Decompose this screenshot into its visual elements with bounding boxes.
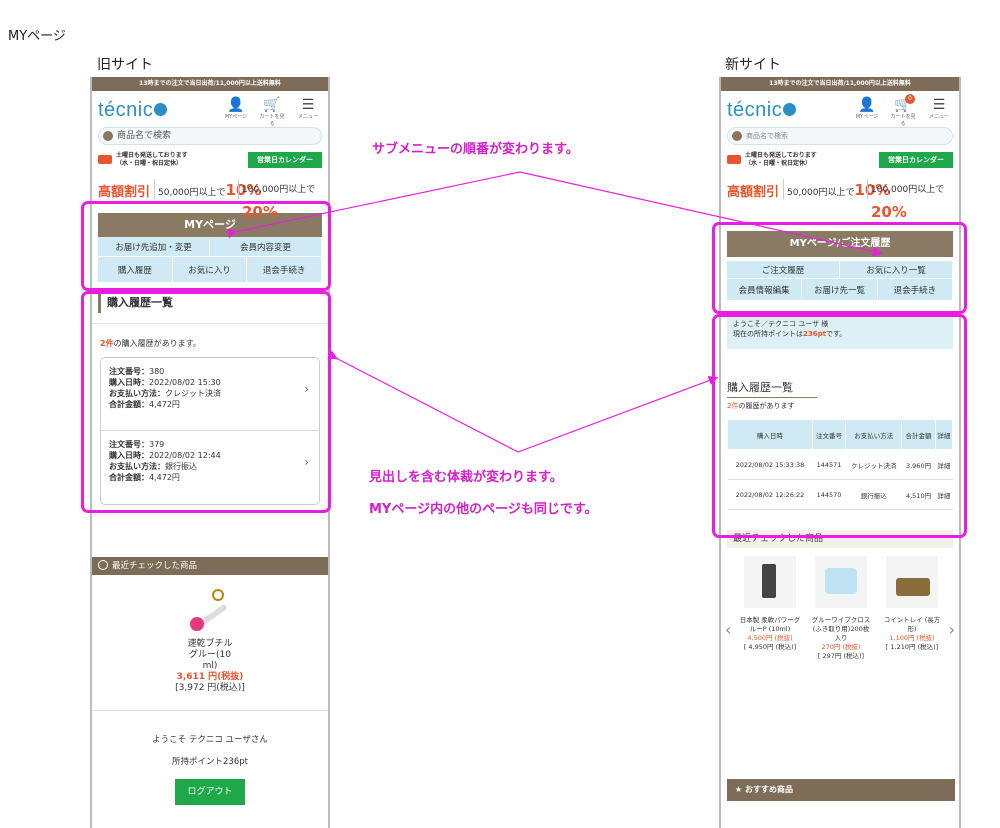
submenu-favorites[interactable]: お気に入り一覧 — [840, 261, 953, 279]
history-count: 2件の購入履歴があります。 — [100, 339, 201, 348]
old-submenu: お届け先追加・変更 会員内容変更 購入履歴 お気に入り 退会手続き — [98, 237, 322, 283]
order-item[interactable]: 注文番号：379 購入日時：2022/08/02 12:44 お支払い方法：銀行… — [101, 431, 319, 504]
product-card[interactable]: コイントレイ (長方形) 1,100円 (税抜) [ 1,210円 (税込)] — [881, 556, 943, 652]
welcome-box: ようこそ／テクニコ ユーザ 様 現在の所持ポイントは236ptです。 — [727, 311, 953, 349]
mypage-button[interactable]: 👤 MYページ — [222, 97, 250, 127]
shipping-notice: 土曜日も発送しております （水・日曜・祝日定休） 営業日カレンダー — [727, 149, 953, 177]
welcome-text: ようこそ テクニコ ユーザさん — [152, 735, 268, 745]
table-row: 2022/08/02 12:26:22 144570 銀行振込 4,510円 詳… — [727, 479, 953, 510]
submenu-member-edit[interactable]: 会員情報編集 — [727, 279, 803, 301]
logo-dot-icon — [783, 103, 797, 117]
detail-link[interactable]: 詳細 — [935, 449, 953, 480]
calendar-button[interactable]: 営業日カレンダー — [248, 152, 322, 168]
cart-button[interactable]: 🛒 カートを見る — [258, 97, 286, 127]
table-row: 2022/08/02 15:33:38 144571 クレジット決済 3,960… — [727, 449, 953, 480]
search-input[interactable]: 商品名で検索 — [727, 127, 953, 145]
submenu-delivery-list[interactable]: お届け先一覧 — [802, 279, 878, 301]
site-header: técnic 👤 MYページ 🛒 カートを見る 0 ☰ メニュー — [721, 91, 959, 127]
product-card[interactable]: グルーワイプクロス(ふき取り用)200枚入り 270円 (税抜) [ 297円 … — [810, 556, 872, 661]
submenu-withdraw[interactable]: 退会手続き — [877, 279, 953, 301]
submenu-order-history[interactable]: ご注文履歴 — [727, 261, 840, 279]
submenu-delivery-address[interactable]: お届け先追加・変更 — [98, 237, 210, 257]
mypage-button[interactable]: 👤 MYページ — [853, 97, 881, 127]
chevron-right-icon: › — [304, 455, 309, 469]
mypage-section-head: MYページ — [98, 213, 322, 237]
hamburger-icon: ☰ — [301, 97, 315, 113]
submenu-purchase-history[interactable]: 購入履歴 — [98, 257, 173, 283]
submenu-withdraw[interactable]: 退会手続き — [247, 257, 322, 283]
recent-items-head: 最近チェックした商品 — [727, 530, 953, 548]
history-table: 購入日時 注文番号 お支払い方法 合計金額 詳細 2022/08/02 15:3… — [727, 419, 954, 510]
site-header: técnic 👤 MYページ 🛒 カートを見る ☰ メニュー — [92, 91, 328, 127]
product-image — [815, 556, 867, 608]
promo-banner[interactable]: 高額割引 50,000円以上で10% 100,000円以上で20% — [98, 177, 322, 221]
person-icon: 👤 — [227, 97, 245, 113]
site-logo[interactable]: técnic — [727, 99, 797, 122]
truck-icon — [727, 155, 741, 164]
shipping-notice: 土曜日も発送しております （水・日曜・祝日定休） 営業日カレンダー — [98, 149, 322, 177]
search-input[interactable]: 商品名で検索 — [98, 127, 322, 145]
logout-button[interactable]: ログアウト — [175, 779, 245, 805]
submenu-member-info[interactable]: 会員内容変更 — [209, 237, 322, 257]
site-logo[interactable]: técnic — [98, 99, 168, 122]
recommended-head: ★ おすすめ商品 — [727, 779, 955, 801]
chevron-right-icon: › — [304, 382, 309, 396]
person-icon: 👤 — [858, 97, 876, 113]
new-site-label: 新サイト — [725, 57, 781, 73]
order-item[interactable]: 注文番号：380 購入日時：2022/08/02 15:30 お支払い方法：クレ… — [101, 358, 319, 431]
recent-items-head: 最近チェックした商品 — [92, 557, 328, 575]
history-count: 2件の履歴があります — [727, 402, 795, 410]
old-site-label: 旧サイト — [97, 57, 153, 73]
product-image — [886, 556, 938, 608]
shipping-banner: 13時までの注文で当日出荷/11,000円以上送料無料 — [721, 77, 959, 91]
divider — [92, 323, 328, 324]
search-icon — [732, 131, 742, 141]
annotation-submenu: サブメニューの順番が変わります。 — [372, 142, 579, 157]
clock-icon — [98, 559, 108, 570]
carousel-next-icon[interactable]: › — [949, 620, 955, 639]
new-submenu: ご注文履歴 お気に入り一覧 会員情報編集 お届け先一覧 退会手続き — [727, 261, 953, 301]
truck-icon — [98, 155, 112, 164]
carousel-prev-icon[interactable]: ‹ — [725, 620, 731, 639]
recent-product[interactable]: 速乾ブチル グルー(10 ml) 3,611 円(税抜) [3,972 円(税込… — [92, 575, 328, 710]
recent-products-carousel: ‹ 日本製 柔軟パワーグルーP (10ml) 4,500円 (税抜) [ 4,9… — [725, 556, 955, 706]
shipping-banner: 13時までの注文で当日出荷/11,000円以上送料無料 — [92, 77, 328, 91]
purchase-history-heading: 購入履歴一覧 — [98, 293, 322, 313]
product-image — [744, 556, 796, 608]
submenu-favorites[interactable]: お気に入り — [172, 257, 248, 283]
promo-banner[interactable]: 高額割引 50,000円以上で10% 100,000円以上で20% — [727, 177, 953, 221]
points-text: 所持ポイント236pt — [172, 757, 248, 767]
purchase-history-heading: 購入履歴一覧 — [727, 379, 817, 398]
product-image — [184, 589, 234, 633]
cart-icon: 🛒 — [263, 97, 281, 113]
calendar-button[interactable]: 営業日カレンダー — [879, 152, 953, 168]
mypage-section-head: MYページ/ご注文履歴 — [727, 231, 953, 257]
table-header-row: 購入日時 注文番号 お支払い方法 合計金額 詳細 — [727, 419, 954, 450]
product-card[interactable]: 日本製 柔軟パワーグルーP (10ml) 4,500円 (税抜) [ 4,950… — [739, 556, 801, 652]
annotation-layout-2: MYページ内の他のページも同じです。 — [369, 502, 598, 517]
old-site-screen: 13時までの注文で当日出荷/11,000円以上送料無料 técnic 👤 MYペー… — [90, 77, 330, 828]
annotation-layout-1: 見出しを含む体裁が変わります。 — [369, 470, 563, 485]
page-title: MYページ — [8, 29, 66, 44]
order-list: 注文番号：380 購入日時：2022/08/02 15:30 お支払い方法：クレ… — [100, 357, 320, 505]
menu-button[interactable]: ☰ メニュー — [925, 97, 953, 127]
new-site-screen: 13時までの注文で当日出荷/11,000円以上送料無料 técnic 👤 MYペー… — [719, 77, 961, 828]
search-icon — [103, 131, 113, 141]
menu-button[interactable]: ☰ メニュー — [294, 97, 322, 127]
detail-link[interactable]: 詳細 — [935, 479, 953, 510]
cart-button[interactable]: 🛒 カートを見る 0 — [889, 94, 917, 127]
hamburger-icon: ☰ — [932, 97, 946, 113]
cart-count-badge: 0 — [905, 94, 915, 104]
logo-dot-icon — [154, 103, 168, 117]
